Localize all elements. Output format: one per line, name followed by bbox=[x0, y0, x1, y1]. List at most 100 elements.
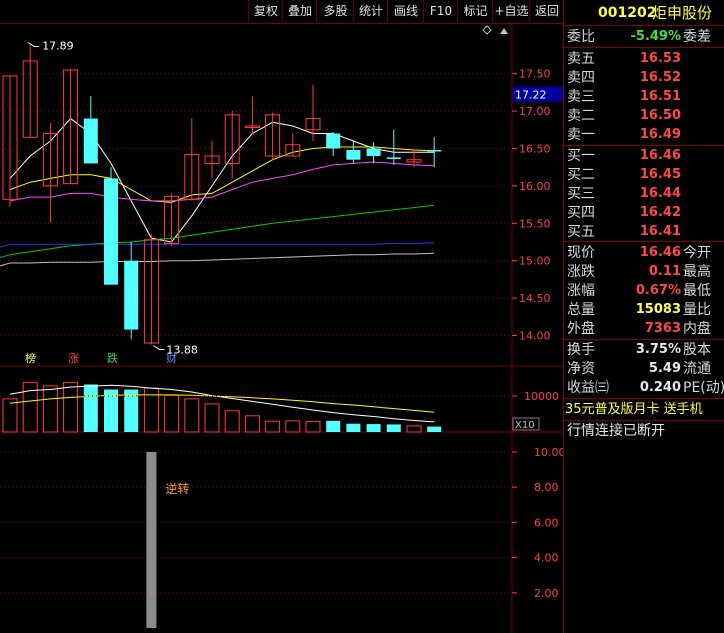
candle-body-down bbox=[104, 178, 118, 285]
stat2-row-0-label: 换手 bbox=[567, 342, 595, 358]
weibi-row: 委比 -5.49% 委差 bbox=[564, 27, 724, 47]
candle-body-down bbox=[427, 149, 442, 152]
stat-row-4: 外盘 7363 内盘 bbox=[564, 319, 724, 339]
price-tick-label: 16.00 bbox=[519, 180, 551, 193]
stat-row-3-label2: 量比 bbox=[683, 302, 711, 318]
toolbar-button-1[interactable]: 叠加 bbox=[282, 0, 317, 22]
indicator-tick-label: 10.00 bbox=[534, 446, 563, 459]
sell-level-1-label: 卖一 bbox=[567, 127, 595, 143]
indicator-tick-label: 4.00 bbox=[534, 552, 559, 565]
stat-row-2-label: 涨幅 bbox=[567, 283, 595, 299]
toolbar-button-5[interactable]: F10 bbox=[423, 0, 458, 22]
sell-level-3-label: 卖三 bbox=[567, 89, 595, 105]
volume-bar-up bbox=[184, 398, 200, 433]
stat2-row-1-value: 5.49 bbox=[648, 361, 681, 376]
volume-tick-label: 10000 bbox=[524, 390, 559, 403]
stat-row-1-label2: 最高 bbox=[683, 264, 711, 280]
sell-level-3: 卖三 16.51 bbox=[564, 87, 724, 107]
stat2-row-0: 换手 3.75% 股本 bbox=[564, 340, 724, 360]
price-tick-label: 17.50 bbox=[519, 68, 551, 81]
sell-level-1: 卖一 16.49 bbox=[564, 125, 724, 145]
stat-row-3-value: 15083 bbox=[635, 302, 681, 317]
indicator-bar bbox=[146, 451, 157, 628]
stat-row-1: 涨跌 0.11 最高 bbox=[564, 262, 724, 282]
promo-text: 35元普及版月卡 送手机 bbox=[565, 402, 703, 417]
volume-bar-up bbox=[285, 420, 301, 433]
buy-level-2-label: 买二 bbox=[567, 167, 595, 183]
candle-body-down bbox=[386, 157, 401, 159]
buy-level-5-value: 16.41 bbox=[639, 224, 681, 239]
volume-bar-down bbox=[366, 424, 381, 432]
stat2-row-0-label2: 股本 bbox=[683, 342, 711, 358]
toolbar-button-7[interactable]: +自选 bbox=[492, 0, 530, 22]
indicator-tick-label: 6.00 bbox=[534, 516, 559, 529]
stat-row-2-label2: 最低 bbox=[683, 283, 711, 299]
volume-bar-down bbox=[346, 423, 361, 432]
stock-header[interactable]: 001202 炬申股份 bbox=[564, 3, 724, 25]
stat2-row-2: 收益㈢ 0.240 PE(动) bbox=[564, 378, 724, 398]
event-marker: 财 bbox=[166, 351, 177, 365]
volume-bar-down bbox=[326, 420, 341, 432]
candle-body-down bbox=[326, 133, 341, 149]
ma60-line bbox=[0, 204, 435, 259]
volume-bar-up bbox=[224, 410, 240, 433]
sell-level-5: 卖五 16.53 bbox=[564, 49, 724, 69]
sell-level-2-label: 卖二 bbox=[567, 108, 595, 124]
buy-level-4: 买四 16.42 bbox=[564, 203, 724, 223]
stat-row-3-label: 总量 bbox=[567, 302, 595, 318]
promo-banner[interactable]: 35元普及版月卡 送手机 bbox=[564, 400, 724, 420]
volume-bar-up bbox=[244, 415, 260, 433]
event-marker: 跌 bbox=[107, 351, 118, 365]
volume-bar-up bbox=[164, 394, 180, 433]
chart-toolbar: 复权 叠加 多股 统计 画线 F10 标记 +自选 返回 bbox=[0, 0, 563, 24]
sell-level-4: 卖四 16.52 bbox=[564, 68, 724, 88]
candle-body-down bbox=[124, 260, 139, 330]
toolbar-button-3[interactable]: 统计 bbox=[353, 0, 388, 22]
buy-level-3-label: 买三 bbox=[567, 186, 595, 202]
buy-level-1-value: 16.46 bbox=[639, 148, 681, 163]
volume-bar-up bbox=[42, 385, 58, 433]
stat2-row-1-label: 净资 bbox=[567, 361, 595, 377]
volume-bar-up bbox=[265, 420, 281, 433]
price-tick-label: 14.00 bbox=[519, 330, 551, 343]
stat-row-1-label: 涨跌 bbox=[567, 264, 595, 280]
connection-status-text: 行情连接已断开 bbox=[567, 423, 665, 439]
stat-row-4-label2: 内盘 bbox=[683, 321, 711, 337]
buy-level-5: 买五 16.41 bbox=[564, 222, 724, 242]
sell-level-1-value: 16.49 bbox=[639, 127, 681, 142]
ma5-line bbox=[9, 117, 435, 243]
volume-bar-up bbox=[305, 421, 321, 433]
stock-chart[interactable]: 17.50 17.00 16.50 16.00 15.50 15.00 14.50 14.00… bbox=[0, 0, 563, 633]
buy-level-2: 买二 16.45 bbox=[564, 165, 724, 185]
stat-row-2: 涨幅 0.67% 最低 bbox=[564, 281, 724, 301]
stock-name: 炬申股份 bbox=[652, 4, 713, 22]
toolbar-button-2[interactable]: 多股 bbox=[316, 0, 354, 22]
candle-body-down bbox=[366, 148, 381, 156]
buy-level-3-value: 16.44 bbox=[639, 186, 681, 201]
buy-level-2-value: 16.45 bbox=[639, 167, 681, 182]
weibi-label: 委比 bbox=[567, 29, 595, 45]
weibi-value: -5.49% bbox=[630, 29, 682, 44]
stat2-row-2-value: 0.240 bbox=[639, 380, 681, 395]
indicator-tick-label: 2.00 bbox=[534, 587, 559, 600]
low-annotation-arrow bbox=[153, 345, 165, 351]
volume-scale-label: X10 bbox=[515, 420, 535, 431]
toolbar-button-0[interactable]: 复权 bbox=[248, 0, 283, 22]
indicator-tick-label: 8.00 bbox=[534, 481, 559, 494]
current-price-label: 17.22 bbox=[515, 89, 547, 102]
volume-bar-up bbox=[406, 425, 422, 433]
price-tick-label: 15.00 bbox=[519, 255, 551, 268]
diamond-icon bbox=[482, 25, 492, 35]
sell-level-5-value: 16.53 bbox=[639, 51, 681, 66]
toolbar-button-4[interactable]: 画线 bbox=[387, 0, 424, 22]
buy-level-1: 买一 16.46 bbox=[564, 146, 724, 166]
stat2-row-1-label2: 流通 bbox=[683, 361, 711, 377]
price-tick-label: 16.50 bbox=[519, 142, 551, 155]
stock-code: 001202 bbox=[598, 5, 657, 21]
volume-bar-up bbox=[2, 398, 18, 433]
stat-row-0: 现价 16.46 今开 bbox=[564, 243, 724, 263]
toolbar-button-8[interactable]: 返回 bbox=[529, 0, 564, 22]
toolbar-button-6[interactable]: 标记 bbox=[457, 0, 493, 22]
volume-ma-a bbox=[9, 384, 435, 423]
stat-row-2-value: 0.67% bbox=[635, 283, 681, 298]
